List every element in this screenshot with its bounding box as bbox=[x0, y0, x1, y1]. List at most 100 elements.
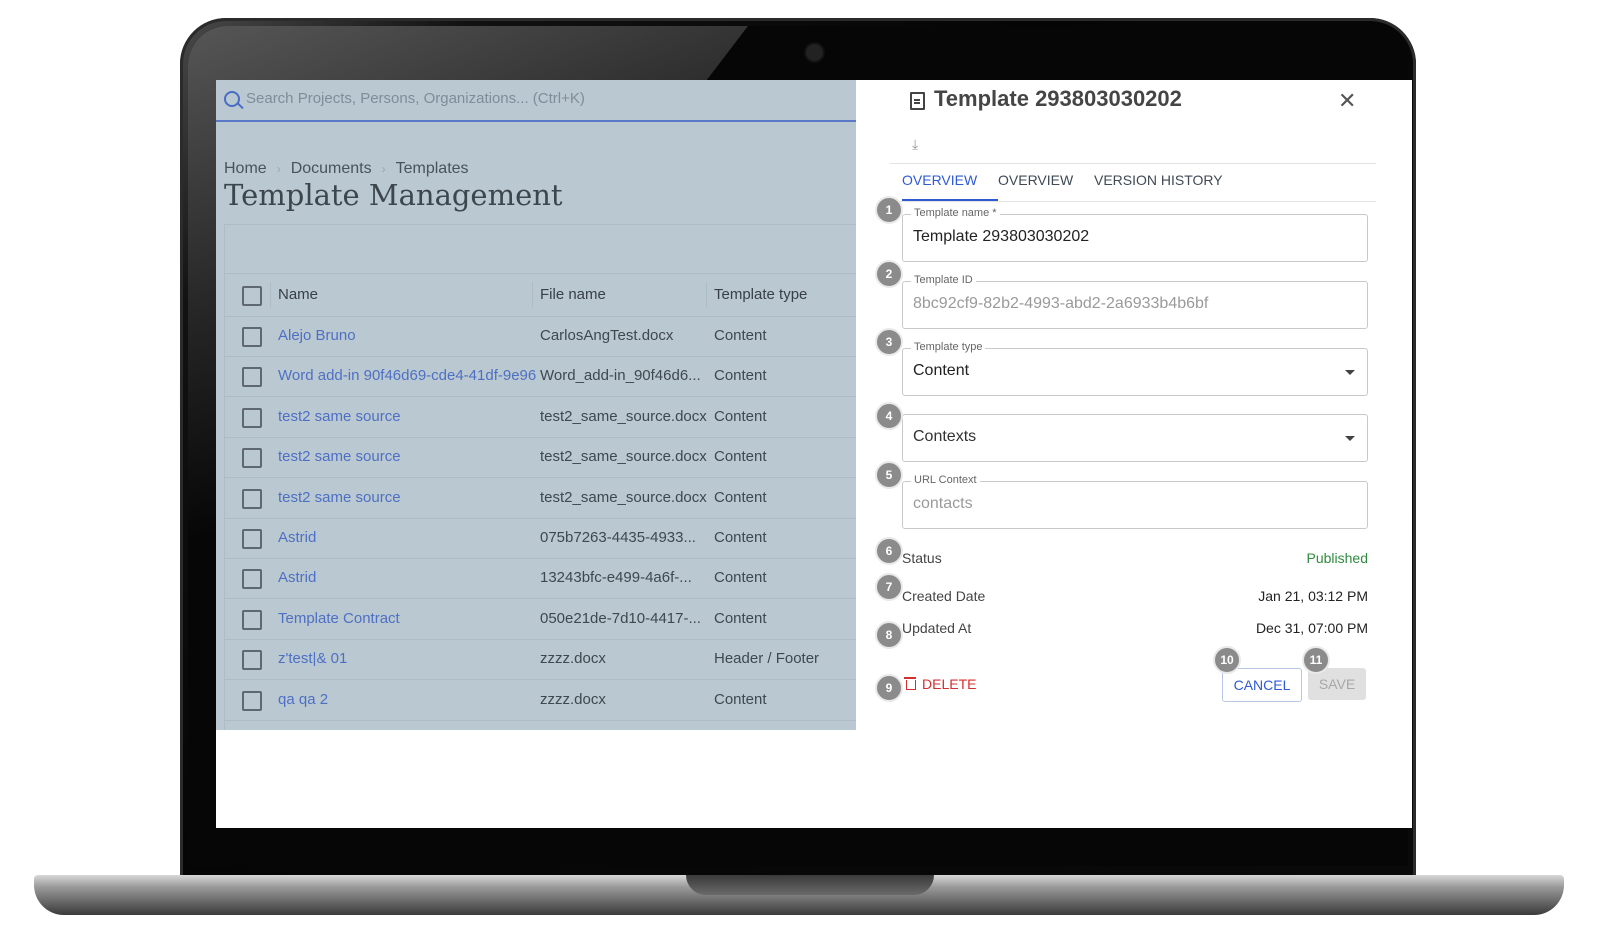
row-file-name: CarlosAngTest.docx bbox=[540, 327, 674, 344]
row-checkbox[interactable] bbox=[242, 690, 262, 711]
column-header-template-type[interactable]: Template type bbox=[714, 286, 807, 303]
table-header: Name File name Template type bbox=[224, 273, 856, 317]
row-file-name: test2_same_source.docx bbox=[540, 488, 707, 506]
updated-at-label: Updated At bbox=[902, 620, 972, 636]
row-template-type: Content bbox=[714, 407, 767, 425]
table-row[interactable]: Astrid 075b7263-4435-4933... Content bbox=[224, 518, 856, 559]
delete-button[interactable]: DELETE bbox=[904, 676, 977, 692]
row-name-link[interactable]: qa qa 2 bbox=[278, 691, 328, 708]
divider bbox=[890, 201, 1376, 202]
template-id-field: Template ID 8bc92cf9-82b2-4993-abd2-2a69… bbox=[902, 274, 1368, 329]
chevron-down-icon bbox=[1345, 436, 1355, 441]
template-name-label: Template name * bbox=[911, 207, 1000, 219]
download-icon[interactable]: ⤓ bbox=[912, 136, 918, 153]
callout-badge-1: 1 bbox=[875, 196, 903, 224]
row-checkbox[interactable] bbox=[242, 609, 262, 630]
contexts-select[interactable]: Contexts bbox=[902, 414, 1368, 462]
template-name-field[interactable]: Template name * Template 293803030202 bbox=[902, 207, 1368, 262]
close-icon[interactable]: ✕ bbox=[1338, 88, 1356, 114]
url-context-field[interactable]: URL Context contacts bbox=[902, 474, 1368, 529]
template-id-value: 8bc92cf9-82b2-4993-abd2-2a6933b4b6bf bbox=[913, 295, 1209, 312]
card-border bbox=[224, 224, 856, 225]
row-file-name: zzzz.docx bbox=[540, 650, 606, 668]
table-row[interactable]: Template Contract 050e21de-7d10-4417-... C… bbox=[224, 599, 856, 640]
callout-badge-2: 2 bbox=[875, 260, 903, 288]
panel-title: Template 293803030202 bbox=[934, 86, 1182, 111]
column-divider bbox=[270, 282, 271, 308]
row-template-type: Content bbox=[714, 488, 767, 506]
screen: Search Projects, Persons, Organizations.… bbox=[216, 80, 1412, 828]
callout-badge-9: 9 bbox=[875, 674, 903, 702]
row-template-type: Header / Footer bbox=[714, 650, 820, 668]
table-row[interactable]: test2 same source test2_same_source.docx C… bbox=[224, 437, 856, 479]
document-icon bbox=[910, 92, 925, 110]
row-name-link[interactable]: Template Contract bbox=[278, 610, 400, 627]
row-file-name: test2_same_source.docx bbox=[540, 448, 707, 466]
row-checkbox[interactable] bbox=[242, 448, 262, 469]
tab-overview-2[interactable]: OVERVIEW bbox=[998, 172, 1073, 188]
breadcrumb-documents[interactable]: Documents bbox=[291, 160, 372, 177]
url-context-value: contacts bbox=[913, 495, 973, 512]
breadcrumb-separator-icon: › bbox=[276, 162, 281, 176]
breadcrumb-home[interactable]: Home bbox=[224, 160, 267, 177]
row-template-type: Content bbox=[714, 690, 767, 708]
table-row[interactable]: qa qa 2 zzzz.docx Content bbox=[224, 680, 856, 721]
webcam bbox=[806, 44, 823, 61]
template-type-value: Content bbox=[913, 362, 970, 379]
template-type-label: Template type bbox=[911, 341, 986, 353]
status-badge: Published bbox=[1306, 550, 1369, 566]
column-divider bbox=[532, 282, 533, 308]
callout-badge-3: 3 bbox=[875, 328, 903, 356]
row-name-link[interactable]: test2 same source bbox=[278, 448, 401, 465]
row-name-link[interactable]: z'test|& 01 bbox=[278, 650, 347, 667]
row-name-link[interactable]: Alejo Bruno bbox=[278, 327, 356, 344]
table-row[interactable]: test2 same source test2_same_source.docx C… bbox=[224, 478, 856, 519]
table-row[interactable]: z'test|& 01 zzzz.docx Header / Footer bbox=[224, 639, 856, 681]
table-row[interactable]: Alejo Bruno CarlosAngTest.docx Content bbox=[224, 316, 856, 357]
row-file-name: Word_add-in_90f46d6... bbox=[540, 367, 701, 385]
callout-badge-6: 6 bbox=[875, 537, 903, 565]
table-row[interactable]: Astrid 13243bfc-e499-4a6f-... Content bbox=[224, 558, 856, 600]
global-search[interactable]: Search Projects, Persons, Organizations.… bbox=[216, 80, 856, 122]
row-name-link[interactable]: Word add-in 90f46d69-cde4-41df-9e96 bbox=[278, 367, 536, 384]
row-checkbox[interactable] bbox=[242, 650, 262, 671]
column-header-file-name[interactable]: File name bbox=[540, 286, 606, 303]
row-checkbox[interactable] bbox=[242, 529, 262, 549]
url-context-label: URL Context bbox=[911, 474, 980, 486]
row-template-type: Content bbox=[714, 529, 767, 546]
row-file-name: 075b7263-4435-4933... bbox=[540, 529, 696, 546]
delete-label: DELETE bbox=[922, 676, 977, 692]
app-background: Search Projects, Persons, Organizations.… bbox=[216, 80, 856, 730]
table-row[interactable]: test2 same source test2_same_source.docx C… bbox=[224, 397, 856, 438]
tab-version-history[interactable]: VERSION HISTORY bbox=[1094, 172, 1223, 188]
select-all-checkbox[interactable] bbox=[242, 286, 262, 306]
row-name-link[interactable]: test2 same source bbox=[278, 489, 401, 506]
row-checkbox[interactable] bbox=[242, 407, 262, 428]
row-name-link[interactable]: Astrid bbox=[278, 529, 316, 546]
page-title: Template Management bbox=[224, 178, 563, 212]
tab-overview-1[interactable]: OVERVIEW bbox=[902, 172, 977, 188]
row-template-type: Content bbox=[714, 569, 767, 587]
row-template-type: Content bbox=[714, 609, 767, 627]
row-file-name: 13243bfc-e499-4a6f-... bbox=[540, 569, 692, 587]
table-row[interactable]: Word add-in 90f46d69-cde4-41df-9e96 Word_… bbox=[224, 356, 856, 398]
callout-badge-8: 8 bbox=[875, 621, 903, 649]
laptop-notch bbox=[686, 875, 934, 895]
column-header-name[interactable]: Name bbox=[278, 286, 318, 303]
row-checkbox[interactable] bbox=[242, 367, 262, 388]
row-name-link[interactable]: Astrid bbox=[278, 569, 316, 586]
row-file-name: zzzz.docx bbox=[540, 690, 606, 708]
search-placeholder: Search Projects, Persons, Organizations.… bbox=[246, 90, 585, 107]
created-date-value: Jan 21, 03:12 PM bbox=[1258, 588, 1368, 604]
row-checkbox[interactable] bbox=[242, 327, 262, 347]
row-checkbox[interactable] bbox=[242, 488, 262, 509]
row-name-link[interactable]: test2 same source bbox=[278, 408, 401, 425]
search-icon bbox=[224, 91, 240, 107]
cancel-button[interactable]: CANCEL bbox=[1222, 668, 1302, 702]
breadcrumb-separator-icon: › bbox=[381, 162, 386, 176]
row-template-type: Content bbox=[714, 448, 767, 466]
template-type-select[interactable]: Template type Content bbox=[902, 341, 1368, 396]
template-detail-panel: Template 293803030202 ✕ ⤓ OVERVIEW OVERV… bbox=[856, 80, 1412, 828]
callout-badge-10: 10 bbox=[1213, 646, 1241, 674]
row-checkbox[interactable] bbox=[242, 569, 262, 590]
